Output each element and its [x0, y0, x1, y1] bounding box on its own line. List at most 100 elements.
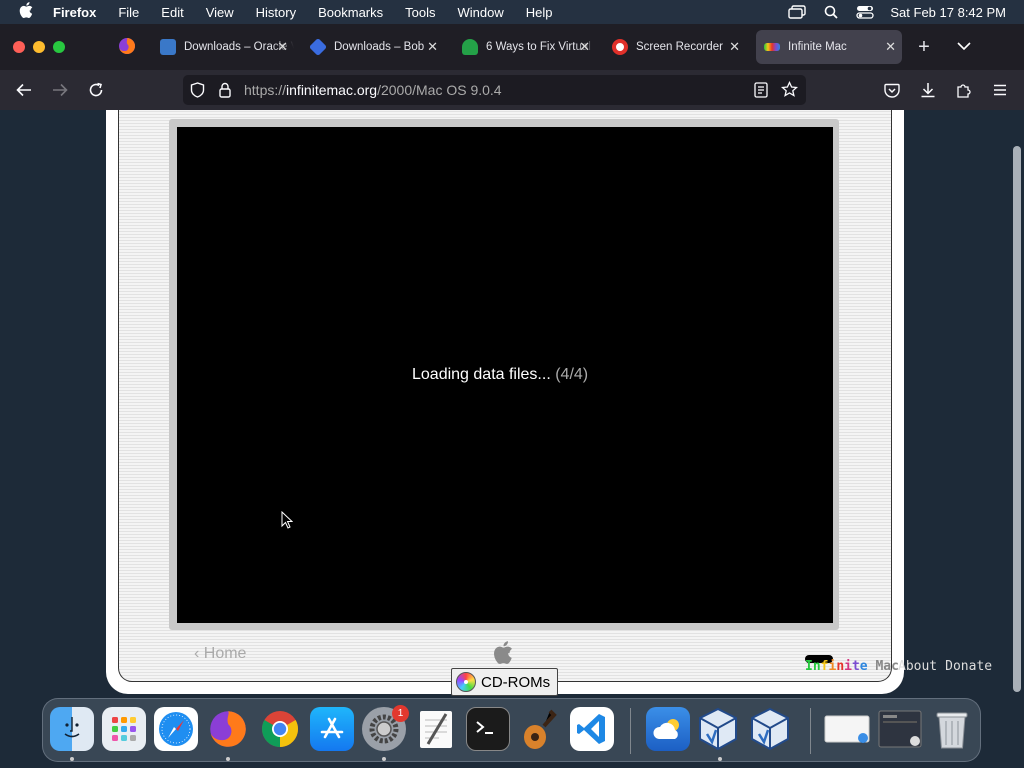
forward-button[interactable] — [50, 80, 70, 100]
puzzle-piece-icon — [957, 84, 971, 98]
window-close-button[interactable] — [13, 41, 25, 53]
url-scheme: https:// — [244, 82, 287, 98]
dock-virtualbox-icon[interactable] — [696, 707, 740, 751]
dock-window-thumbnail-icon[interactable] — [876, 707, 924, 751]
tab-close-icon[interactable]: ✕ — [729, 39, 740, 55]
menu-window[interactable]: Window — [447, 5, 515, 20]
tab-label: Infinite Mac — [788, 41, 847, 53]
menu-edit[interactable]: Edit — [150, 5, 194, 20]
cd-roms-button[interactable]: CD-ROMs — [451, 668, 558, 696]
bookmark-star-icon[interactable] — [780, 80, 799, 101]
pinned-tab-firefox[interactable] — [110, 30, 144, 64]
dock-garageband-icon[interactable] — [518, 707, 562, 751]
tab-close-icon[interactable]: ✕ — [885, 39, 896, 55]
arrow-right-icon — [53, 83, 68, 97]
loading-text: Loading data files... — [412, 366, 551, 383]
menu-view[interactable]: View — [195, 5, 245, 20]
cd-rom-disc-icon — [456, 672, 476, 692]
bob-favicon-icon — [310, 37, 328, 57]
screen-mirroring-icon[interactable] — [780, 5, 814, 19]
hamburger-menu-icon — [994, 84, 1006, 96]
tab-screen-recorder[interactable]: Screen Recorder ✕ — [612, 30, 746, 64]
url-host: infinitemac.org — [286, 82, 378, 98]
firefox-icon — [118, 37, 136, 58]
logo-letter: t — [851, 659, 860, 674]
dock-vscode-icon[interactable] — [570, 707, 614, 751]
menubar-clock[interactable]: Sat Feb 17 8:42 PM — [890, 5, 1006, 20]
tab-infinite-mac[interactable]: Infinite Mac ✕ — [756, 30, 902, 64]
mouse-pointer-icon — [281, 510, 294, 529]
record-favicon-icon — [612, 39, 628, 55]
about-link[interactable]: About — [898, 659, 937, 674]
notification-badge: 1 — [392, 705, 409, 722]
logo-letter: n — [812, 659, 821, 674]
tab-downloads-bob[interactable]: Downloads – Bob ✕ — [310, 30, 444, 64]
person-favicon-icon — [462, 39, 478, 55]
arrow-left-icon — [16, 83, 31, 97]
dock-launchpad-icon[interactable] — [102, 707, 146, 751]
new-tab-button[interactable]: + — [914, 30, 934, 64]
donate-link[interactable]: Donate — [945, 659, 992, 674]
page-scrollbar[interactable] — [1013, 146, 1021, 692]
home-link[interactable]: ‹ Home — [194, 645, 246, 663]
site-links: About Donate — [898, 659, 1000, 674]
reader-view-icon[interactable] — [754, 82, 768, 101]
reload-button[interactable] — [86, 80, 106, 100]
cd-roms-label: CD-ROMs — [481, 673, 551, 691]
logo-letter: n — [836, 659, 845, 674]
menu-bookmarks[interactable]: Bookmarks — [307, 5, 394, 20]
url-path: /2000/Mac OS 9.0.4 — [377, 82, 502, 98]
dock-app-store-icon[interactable] — [310, 707, 354, 751]
logo-letter: i — [844, 659, 852, 674]
infinite-mac-logo[interactable]: Infinite Mac — [805, 659, 899, 674]
tab-downloads-oracle[interactable]: Downloads – Oracle VM ✕ — [160, 30, 294, 64]
dock-weather-icon[interactable] — [646, 707, 690, 751]
pocket-icon — [884, 83, 900, 98]
logo-letter: a — [883, 659, 892, 674]
menu-app-firefox[interactable]: Firefox — [52, 5, 107, 20]
dock-firefox-icon[interactable] — [206, 707, 250, 751]
chevron-down-icon — [957, 41, 971, 53]
menu-tools[interactable]: Tools — [394, 5, 446, 20]
control-center-icon[interactable] — [848, 5, 882, 19]
loading-status: Loading data files... (4/4) — [412, 366, 588, 384]
app-menu-button[interactable] — [990, 80, 1010, 100]
dock-textedit-icon[interactable] — [414, 707, 458, 751]
spotlight-search-icon[interactable] — [814, 5, 848, 19]
loading-progress: (4/4) — [555, 366, 589, 383]
tab-close-icon[interactable]: ✕ — [277, 39, 288, 55]
dock-trash-icon[interactable] — [930, 707, 974, 751]
dock-running-indicator — [70, 757, 74, 761]
logo-letter: I — [805, 659, 813, 674]
downloads-button[interactable] — [918, 80, 938, 100]
menu-help[interactable]: Help — [515, 5, 564, 20]
oracle-virtualbox-favicon-icon — [160, 39, 176, 55]
reload-icon — [89, 82, 103, 97]
dock-chrome-icon[interactable] — [258, 707, 302, 751]
menu-file[interactable]: File — [107, 5, 150, 20]
menu-bar: Firefox File Edit View History Bookmarks… — [0, 0, 1024, 24]
pocket-button[interactable] — [882, 80, 902, 100]
tab-close-icon[interactable]: ✕ — [579, 39, 590, 55]
extensions-button[interactable] — [954, 80, 974, 100]
address-bar[interactable]: https://infinitemac.org/2000/Mac OS 9.0.… — [183, 75, 806, 105]
dock-virtualbox-vm-icon[interactable] — [748, 707, 792, 751]
dock-window-preview-icon[interactable] — [822, 707, 872, 751]
dock-running-indicator — [718, 757, 722, 761]
tab-close-icon[interactable]: ✕ — [427, 39, 438, 55]
back-button[interactable] — [14, 80, 34, 100]
logo-letter: e — [859, 659, 868, 674]
window-minimize-button[interactable] — [33, 41, 45, 53]
lock-icon[interactable] — [219, 82, 231, 101]
url-text[interactable]: https://infinitemac.org/2000/Mac OS 9.0.… — [244, 82, 502, 98]
dock-finder-icon[interactable] — [50, 707, 94, 751]
tracking-protection-shield-icon[interactable] — [190, 82, 205, 101]
dock-running-indicator — [382, 757, 386, 761]
apple-menu-icon[interactable] — [0, 2, 52, 22]
tab-6-ways-fix[interactable]: 6 Ways to Fix Virtual ✕ — [462, 30, 596, 64]
dock-terminal-icon[interactable] — [466, 707, 510, 751]
menu-history[interactable]: History — [245, 5, 307, 20]
list-all-tabs-button[interactable] — [954, 30, 974, 64]
window-zoom-button[interactable] — [53, 41, 65, 53]
dock-safari-icon[interactable] — [154, 707, 198, 751]
